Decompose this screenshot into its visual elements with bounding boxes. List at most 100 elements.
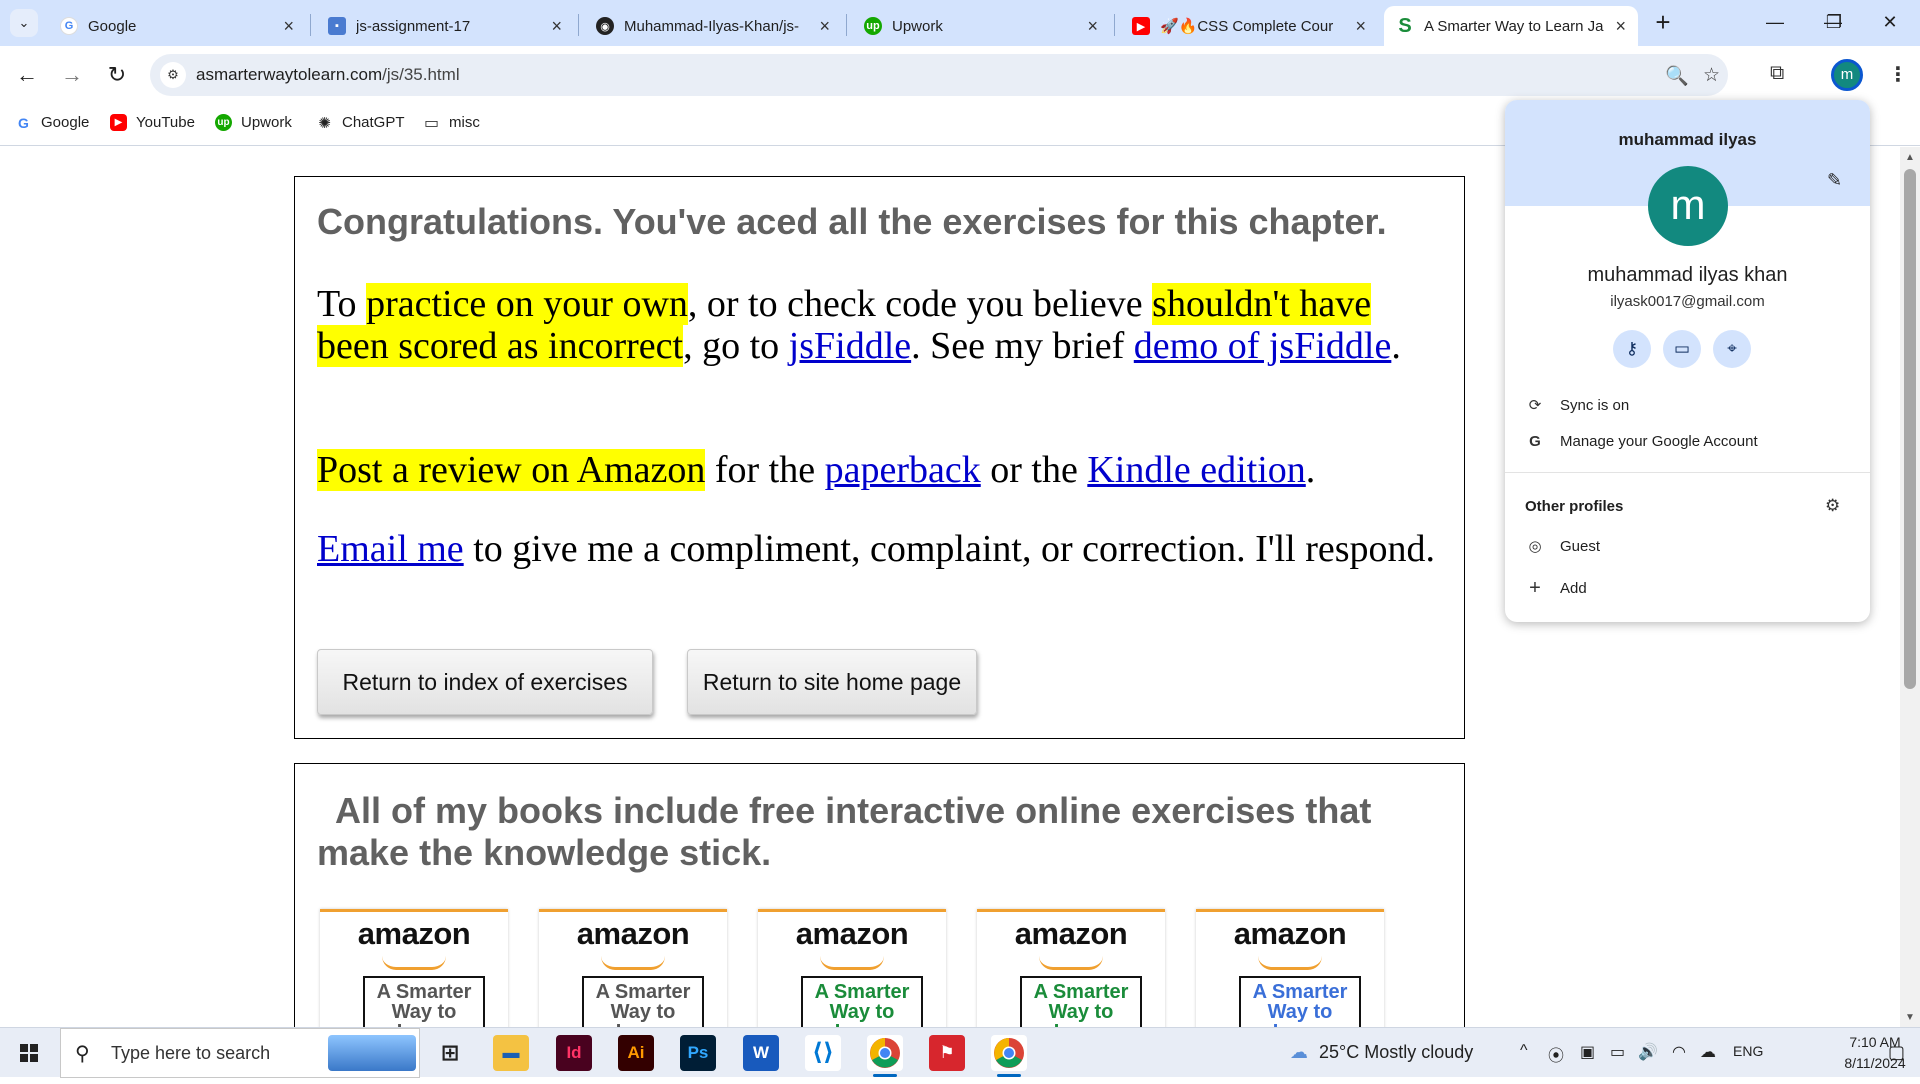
smarter-way-icon: S <box>1396 15 1414 37</box>
close-tab-icon[interactable]: × <box>283 16 294 37</box>
illustrator-icon[interactable]: Ai <box>618 1035 654 1071</box>
return-to-index-button[interactable]: Return to index of exercises <box>317 649 653 715</box>
email-me-link[interactable]: Email me <box>317 528 464 570</box>
payment-card-icon[interactable]: ▭ <box>1663 330 1701 368</box>
book-thumbnail[interactable]: amazon A Smarter Way to Learn <box>539 909 727 1027</box>
record-icon[interactable]: ⦿ <box>1548 1042 1564 1066</box>
url-path: /js/35.html <box>382 65 460 84</box>
word-icon[interactable]: W <box>743 1035 779 1071</box>
book-cover-title: A Smarter Way to Learn <box>582 976 704 1027</box>
highlighted-text: Post a review on Amazon <box>317 449 706 491</box>
close-tab-icon[interactable]: × <box>1355 16 1366 37</box>
site-info-icon[interactable]: ⚙ <box>160 62 186 88</box>
acrobat-icon[interactable]: ⚑ <box>929 1035 965 1071</box>
battery-icon[interactable]: ▭ <box>1610 1042 1625 1062</box>
menu-kebab-icon[interactable]: ⋮ <box>1888 62 1908 87</box>
volume-icon[interactable]: 🔊 <box>1638 1042 1658 1062</box>
tab-js-assignment[interactable]: ▪ js-assignment-17 × <box>316 6 574 46</box>
passwords-key-icon[interactable]: ⚷ <box>1613 330 1651 368</box>
sync-icon: ⟳ <box>1528 397 1542 414</box>
paperback-link[interactable]: paperback <box>825 449 981 491</box>
show-hidden-icons-chevron-icon[interactable]: ^ <box>1520 1042 1528 1060</box>
bookmark-google[interactable]: G Google <box>15 114 89 131</box>
text-span: , go to <box>683 325 789 367</box>
guest-profile-row[interactable]: ◎ Guest <box>1525 537 1600 556</box>
book-thumbnail[interactable]: amazon A Smarter Way to Learn <box>320 909 508 1027</box>
profile-email: ilyask0017@gmail.com <box>1610 293 1765 310</box>
scroll-down-arrow-icon[interactable]: ▼ <box>1900 1009 1920 1027</box>
close-tab-icon[interactable]: × <box>819 16 830 37</box>
close-tab-icon[interactable]: × <box>1087 16 1098 37</box>
tab-google[interactable]: G Google × <box>48 6 306 46</box>
jsfiddle-link[interactable]: jsFiddle <box>789 325 911 367</box>
forward-button[interactable]: → <box>55 58 89 92</box>
tab-strip: ⌄ G Google × ▪ js-assignment-17 × ◉ Muha… <box>0 0 1920 46</box>
practice-paragraph: To practice on your own, or to check cod… <box>317 283 1447 367</box>
contact-icon: ▪ <box>328 17 346 35</box>
reload-button[interactable]: ↻ <box>100 58 134 92</box>
upwork-icon: up <box>864 17 882 35</box>
book-thumbnail[interactable]: amazon A Smarter Way to Learn <box>977 909 1165 1027</box>
jsfiddle-demo-link[interactable]: demo of jsFiddle <box>1134 325 1392 367</box>
url-text[interactable]: asmarterwaytolearn.com/js/35.html <box>196 65 460 85</box>
sync-status-row[interactable]: ⟳ Sync is on <box>1525 396 1630 415</box>
windows-taskbar: ⚲ Type here to search ⊞ ▬ Id Ai Ps W ⟨⟩ … <box>0 1027 1920 1078</box>
tab-css-course[interactable]: ▶ 🚀🔥CSS Complete Cour × <box>1120 6 1378 46</box>
restore-button[interactable]: ❐ <box>1804 4 1864 40</box>
add-label: Add <box>1560 580 1587 597</box>
meet-icon[interactable]: ▣ <box>1580 1042 1595 1062</box>
bookmark-upwork[interactable]: up Upwork <box>215 114 292 131</box>
chrome-icon[interactable] <box>867 1035 903 1077</box>
tab-upwork[interactable]: up Upwork × <box>852 6 1110 46</box>
tab-title: Muhammad-Ilyas-Khan/js- <box>624 17 800 35</box>
tab-search-button[interactable]: ⌄ <box>10 9 38 37</box>
profile-quick-actions: ⚷ ▭ ⌖ <box>1613 330 1751 368</box>
edit-pencil-icon[interactable]: ✎ <box>1827 170 1842 191</box>
file-explorer-icon[interactable]: ▬ <box>493 1035 529 1071</box>
zoom-icon[interactable]: 🔍 <box>1665 64 1689 88</box>
tab-smarter-way[interactable]: S A Smarter Way to Learn Ja × <box>1384 6 1638 46</box>
notifications-icon[interactable]: ▢ <box>1888 1042 1905 1063</box>
onedrive-cloud-icon[interactable]: ☁ <box>1700 1042 1716 1062</box>
bookmark-chatgpt[interactable]: ✺ ChatGPT <box>316 114 405 132</box>
book-thumbnail[interactable]: amazon A Smarter Way to Learn <box>1196 909 1384 1027</box>
extensions-icon[interactable]: ⧉ <box>1770 62 1784 85</box>
weather-widget[interactable]: ☁ 25°C Mostly cloudy <box>1290 1042 1473 1063</box>
back-button[interactable]: ← <box>10 58 44 92</box>
amazon-logo: amazon <box>1233 916 1347 951</box>
profile-avatar-button[interactable]: m <box>1831 59 1863 91</box>
return-to-home-button[interactable]: Return to site home page <box>687 649 977 715</box>
kindle-edition-link[interactable]: Kindle edition <box>1087 449 1305 491</box>
minimize-button-2[interactable]: — <box>1745 4 1805 40</box>
scroll-up-arrow-icon[interactable]: ▲ <box>1900 149 1920 167</box>
page-scrollbar[interactable]: ▲ ▼ <box>1900 147 1920 1027</box>
chevron-down-icon: ⌄ <box>18 15 30 30</box>
profile-menu-popup: muhammad ilyas ✎ m muhammad ilyas khan i… <box>1505 100 1870 622</box>
vscode-icon[interactable]: ⟨⟩ <box>805 1035 841 1071</box>
scrollbar-thumb[interactable] <box>1904 169 1916 689</box>
task-view-icon[interactable]: ⊞ <box>432 1035 468 1071</box>
add-profile-row[interactable]: + Add <box>1525 577 1587 600</box>
photoshop-icon[interactable]: Ps <box>680 1035 716 1071</box>
bookmark-youtube[interactable]: ▶ YouTube <box>110 114 195 131</box>
amazon-smile-icon <box>820 956 884 970</box>
address-bar[interactable]: ⚙ asmarterwaytolearn.com/js/35.html 🔍 ☆ <box>150 54 1728 96</box>
bookmark-folder-misc[interactable]: ▭ misc <box>423 114 480 132</box>
tab-github[interactable]: ◉ Muhammad-Ilyas-Khan/js- × <box>584 6 842 46</box>
indesign-icon[interactable]: Id <box>556 1035 592 1071</box>
bookmark-star-icon[interactable]: ☆ <box>1703 64 1720 87</box>
manage-profiles-gear-icon[interactable]: ⚙ <box>1825 496 1840 516</box>
chrome-active-icon[interactable] <box>991 1035 1027 1077</box>
manage-account-row[interactable]: G Manage your Google Account <box>1525 433 1757 450</box>
book-cover-title: A Smarter Way to Learn <box>363 976 485 1027</box>
close-tab-icon[interactable]: × <box>551 16 562 37</box>
close-window-button[interactable]: ✕ <box>1860 4 1920 40</box>
chapter-complete-panel: Congratulations. You've aced all the exe… <box>294 176 1465 739</box>
input-language[interactable]: ENG <box>1733 1043 1763 1059</box>
new-tab-button[interactable]: + <box>1648 8 1678 38</box>
wifi-icon[interactable]: ◠ <box>1672 1042 1686 1062</box>
start-button[interactable] <box>0 1028 60 1078</box>
book-thumbnail[interactable]: amazon A Smarter Way to Learn <box>758 909 946 1027</box>
addresses-location-icon[interactable]: ⌖ <box>1713 330 1751 368</box>
close-tab-icon[interactable]: × <box>1615 16 1626 37</box>
